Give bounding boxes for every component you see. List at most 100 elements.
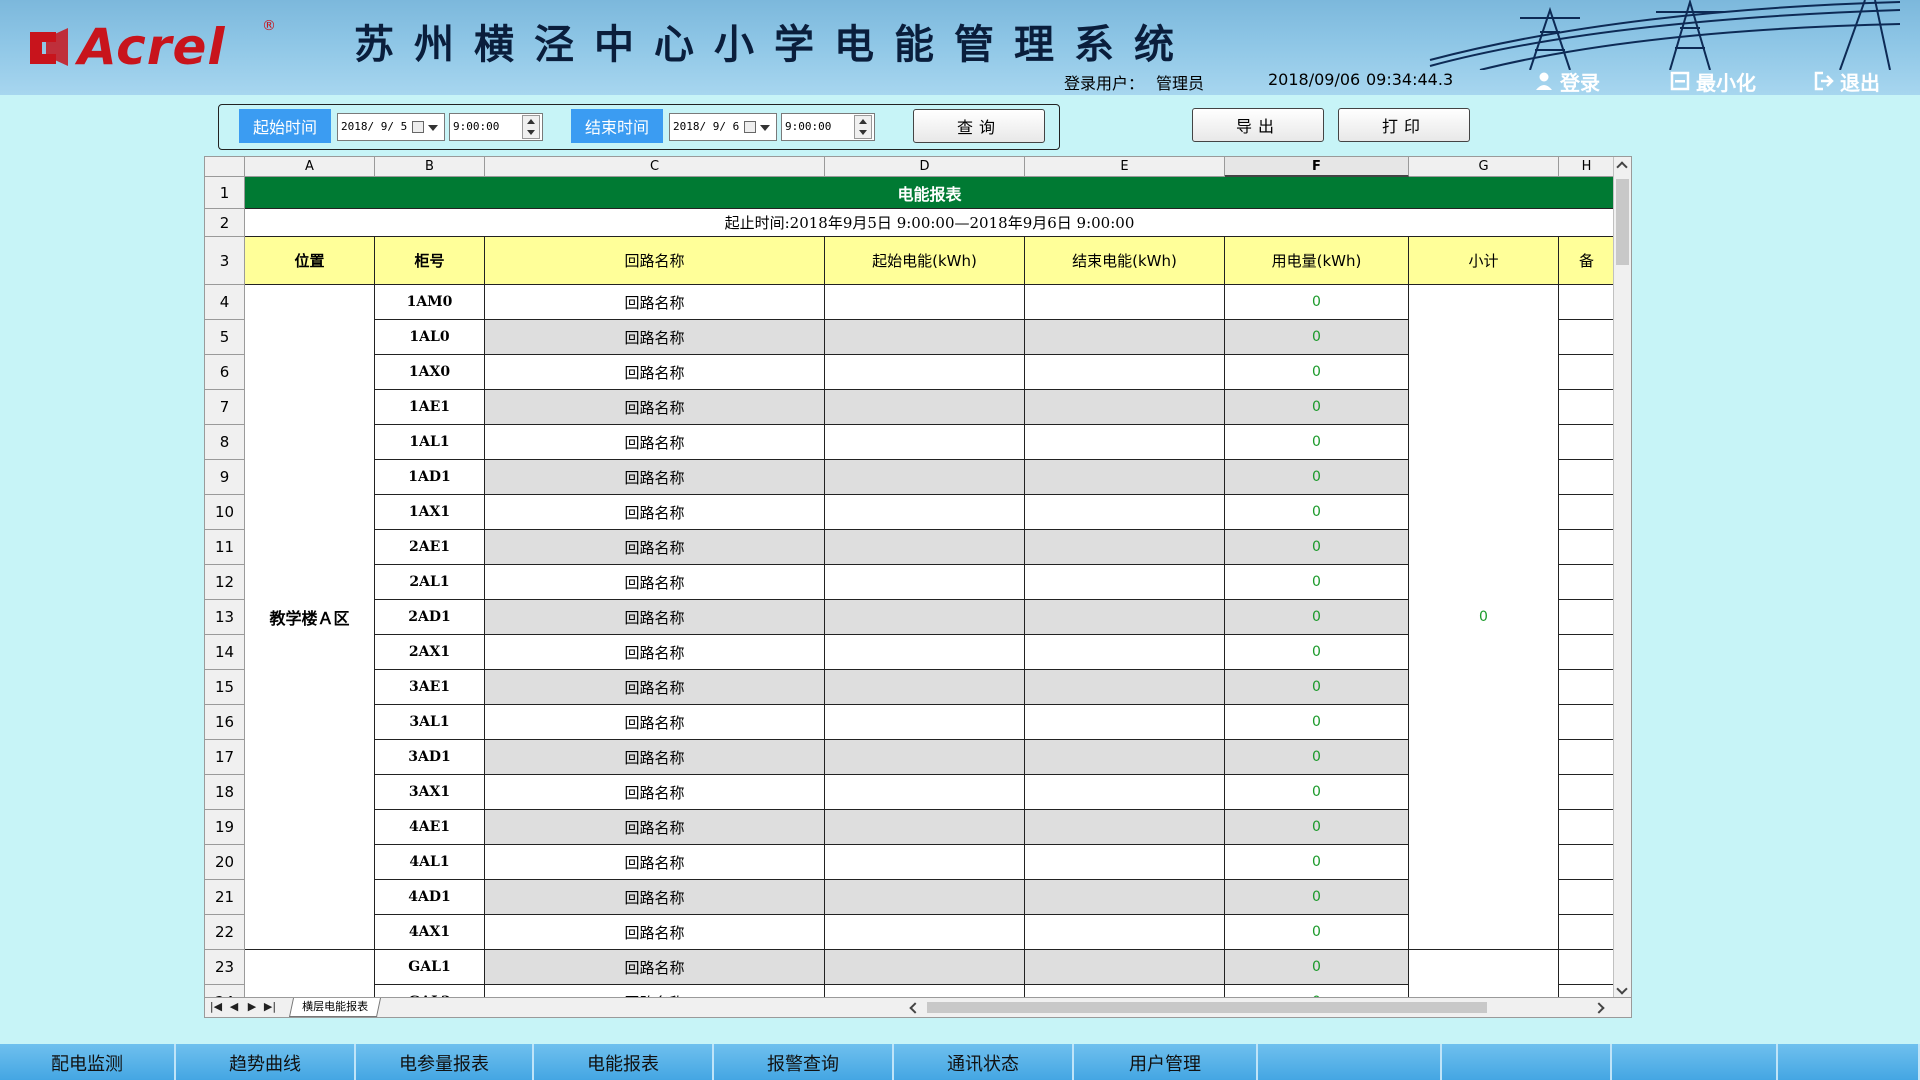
start-energy-cell[interactable] — [825, 635, 1025, 670]
circuit-name-cell[interactable]: 回路名称 — [485, 845, 825, 880]
remark-cell[interactable] — [1559, 355, 1615, 390]
start-energy-cell[interactable] — [825, 810, 1025, 845]
usage-cell[interactable]: 0 — [1225, 495, 1409, 530]
next-sheet-button[interactable]: ▶ — [245, 1000, 259, 1014]
query-button[interactable]: 查询 — [913, 109, 1045, 143]
minimize-button[interactable]: 最小化 — [1670, 68, 1756, 95]
cabinet-cell[interactable]: 2AE1 — [375, 530, 485, 565]
row-header[interactable]: 21 — [205, 880, 245, 915]
cabinet-cell[interactable]: 2AX1 — [375, 635, 485, 670]
end-energy-cell[interactable] — [1025, 705, 1225, 740]
usage-cell[interactable]: 0 — [1225, 810, 1409, 845]
select-all-corner[interactable] — [205, 157, 245, 177]
remark-cell[interactable] — [1559, 495, 1615, 530]
horizontal-scrollbar[interactable] — [905, 999, 1611, 1016]
circuit-name-cell[interactable]: 回路名称 — [485, 880, 825, 915]
cabinet-cell[interactable]: 2AD1 — [375, 600, 485, 635]
scroll-up-icon[interactable] — [1616, 161, 1628, 173]
end-date-picker[interactable]: 2018/ 9/ 6 — [669, 113, 777, 141]
end-time-spinner[interactable]: 9:00:00 — [781, 113, 875, 141]
nav-item[interactable]: 电能报表 — [534, 1044, 714, 1080]
start-energy-cell[interactable] — [825, 285, 1025, 320]
nav-item[interactable] — [1258, 1044, 1442, 1080]
end-energy-cell[interactable] — [1025, 740, 1225, 775]
end-energy-cell[interactable] — [1025, 565, 1225, 600]
start-energy-cell[interactable] — [825, 705, 1025, 740]
circuit-name-cell[interactable]: 回路名称 — [485, 740, 825, 775]
remark-cell[interactable] — [1559, 670, 1615, 705]
subtotal-cell[interactable] — [1409, 950, 1559, 999]
row-header[interactable]: 2 — [205, 209, 245, 237]
row-header[interactable]: 20 — [205, 845, 245, 880]
row-header[interactable]: 22 — [205, 915, 245, 950]
end-energy-cell[interactable] — [1025, 810, 1225, 845]
remark-cell[interactable] — [1559, 705, 1615, 740]
end-energy-cell[interactable] — [1025, 600, 1225, 635]
remark-cell[interactable] — [1559, 740, 1615, 775]
start-energy-cell[interactable] — [825, 600, 1025, 635]
remark-cell[interactable] — [1559, 845, 1615, 880]
circuit-name-cell[interactable]: 回路名称 — [485, 320, 825, 355]
remark-cell[interactable] — [1559, 880, 1615, 915]
circuit-name-cell[interactable]: 回路名称 — [485, 915, 825, 950]
cabinet-cell[interactable]: 3AE1 — [375, 670, 485, 705]
remark-cell[interactable] — [1559, 320, 1615, 355]
remark-cell[interactable] — [1559, 775, 1615, 810]
nav-item[interactable] — [1778, 1044, 1920, 1080]
start-energy-cell[interactable] — [825, 915, 1025, 950]
column-header[interactable]: E — [1025, 157, 1225, 177]
scroll-left-icon[interactable] — [909, 1002, 921, 1014]
column-header[interactable]: F — [1225, 157, 1409, 177]
usage-cell[interactable]: 0 — [1225, 845, 1409, 880]
energy-report-sheet[interactable]: ABCDEFGH 1 2 3 4 5 6 7 8 9 10 11 12 13 14 15 16 17 18 19 20… — [204, 156, 1632, 1018]
usage-cell[interactable]: 0 — [1225, 390, 1409, 425]
circuit-name-cell[interactable]: 回路名称 — [485, 775, 825, 810]
cabinet-cell[interactable]: 3AX1 — [375, 775, 485, 810]
row-header[interactable]: 17 — [205, 740, 245, 775]
cabinet-cell[interactable]: 1AD1 — [375, 460, 485, 495]
circuit-name-cell[interactable]: 回路名称 — [485, 950, 825, 985]
cabinet-cell[interactable]: 1AL1 — [375, 425, 485, 460]
export-button[interactable]: 导出 — [1192, 108, 1324, 142]
circuit-name-cell[interactable]: 回路名称 — [485, 635, 825, 670]
login-button[interactable]: 登录 — [1534, 68, 1600, 95]
exit-button[interactable]: 退出 — [1814, 68, 1880, 95]
end-energy-cell[interactable] — [1025, 320, 1225, 355]
scroll-down-icon[interactable] — [1616, 983, 1628, 995]
row-header[interactable]: 3 — [205, 237, 245, 285]
nav-item[interactable]: 配电监测 — [0, 1044, 176, 1080]
circuit-name-cell[interactable]: 回路名称 — [485, 355, 825, 390]
remark-cell[interactable] — [1559, 950, 1615, 985]
cabinet-cell[interactable]: 2AL1 — [375, 565, 485, 600]
remark-cell[interactable] — [1559, 530, 1615, 565]
start-energy-cell[interactable] — [825, 845, 1025, 880]
circuit-name-cell[interactable]: 回路名称 — [485, 285, 825, 320]
location-cell[interactable] — [245, 950, 375, 999]
cell-grid[interactable]: 电能报表 起止时间:2018年9月5日 9:00:00—2018年9月6日 9:0… — [245, 177, 1615, 999]
usage-cell[interactable]: 0 — [1225, 425, 1409, 460]
cabinet-cell[interactable]: 1AX1 — [375, 495, 485, 530]
print-button[interactable]: 打印 — [1338, 108, 1470, 142]
usage-cell[interactable]: 0 — [1225, 670, 1409, 705]
subtotal-cell[interactable]: 0 — [1409, 285, 1559, 950]
row-header[interactable]: 13 — [205, 600, 245, 635]
cabinet-cell[interactable]: 3AD1 — [375, 740, 485, 775]
end-energy-cell[interactable] — [1025, 530, 1225, 565]
usage-cell[interactable]: 0 — [1225, 705, 1409, 740]
remark-cell[interactable] — [1559, 425, 1615, 460]
remark-cell[interactable] — [1559, 810, 1615, 845]
start-energy-cell[interactable] — [825, 530, 1025, 565]
column-header[interactable]: G — [1409, 157, 1559, 177]
start-energy-cell[interactable] — [825, 390, 1025, 425]
end-energy-cell[interactable] — [1025, 390, 1225, 425]
circuit-name-cell[interactable]: 回路名称 — [485, 810, 825, 845]
scroll-thumb[interactable] — [927, 1002, 1487, 1013]
end-energy-cell[interactable] — [1025, 880, 1225, 915]
end-energy-cell[interactable] — [1025, 495, 1225, 530]
cabinet-cell[interactable]: 4AL1 — [375, 845, 485, 880]
usage-cell[interactable]: 0 — [1225, 285, 1409, 320]
circuit-name-cell[interactable]: 回路名称 — [485, 425, 825, 460]
row-header[interactable]: 16 — [205, 705, 245, 740]
row-header[interactable]: 14 — [205, 635, 245, 670]
cabinet-cell[interactable]: 1AX0 — [375, 355, 485, 390]
